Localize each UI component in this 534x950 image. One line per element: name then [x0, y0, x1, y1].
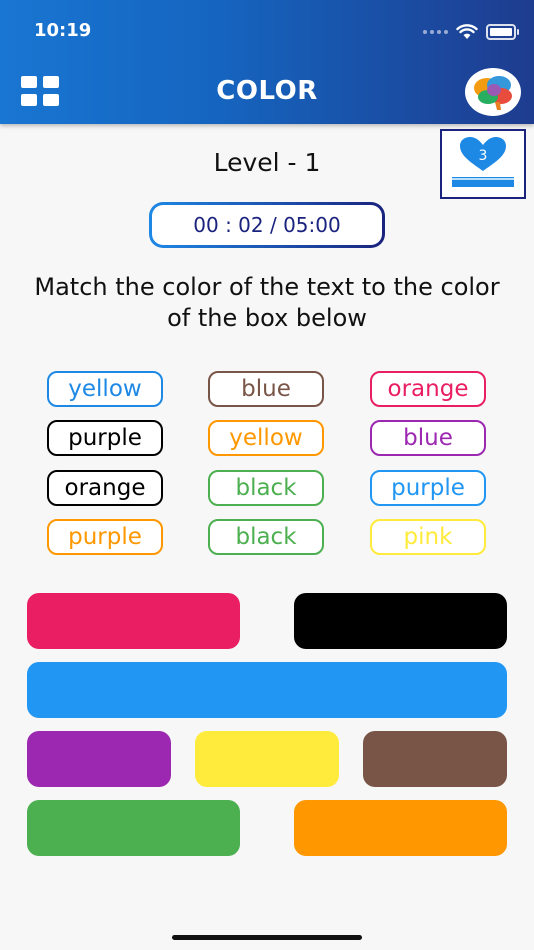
word-tile[interactable]: yellow [47, 371, 163, 407]
color-block-green[interactable] [27, 800, 240, 856]
word-tile[interactable]: purple [47, 519, 163, 555]
instruction-text: Match the color of the text to the color… [34, 273, 500, 332]
word-tile[interactable]: blue [208, 371, 324, 407]
word-tile[interactable]: black [208, 519, 324, 555]
word-tile[interactable]: pink [370, 519, 486, 555]
status-time: 10:19 [34, 20, 92, 41]
word-tile[interactable]: orange [47, 470, 163, 506]
wifi-icon [456, 24, 478, 39]
word-tile[interactable]: orange [370, 371, 486, 407]
word-tile[interactable]: blue [370, 420, 486, 456]
word-tile[interactable]: black [208, 470, 324, 506]
page-title: COLOR [216, 76, 318, 106]
word-tile[interactable]: purple [47, 420, 163, 456]
battery-icon [486, 24, 519, 40]
word-tile[interactable]: purple [370, 470, 486, 506]
home-indicator [172, 935, 362, 940]
color-block-purple[interactable] [27, 731, 171, 787]
signal-icon [423, 30, 448, 34]
color-block-yellow[interactable] [195, 731, 339, 787]
heart-icon [452, 137, 514, 187]
color-block-blue[interactable] [27, 662, 507, 718]
color-block-brown[interactable] [363, 731, 507, 787]
lives-count: 3 [478, 148, 488, 164]
status-icons [423, 22, 519, 42]
timer: 00 : 02 / 05:00 [149, 202, 385, 248]
color-block-orange[interactable] [294, 800, 507, 856]
timer-text: 00 : 02 / 05:00 [152, 205, 382, 245]
color-block-black[interactable] [294, 593, 507, 649]
brain-icon[interactable] [465, 68, 521, 116]
app-header: 10:19 COLOR [0, 0, 534, 124]
lives-indicator: 3 [440, 129, 526, 199]
color-block-pink[interactable] [27, 593, 240, 649]
word-tile[interactable]: yellow [208, 420, 324, 456]
